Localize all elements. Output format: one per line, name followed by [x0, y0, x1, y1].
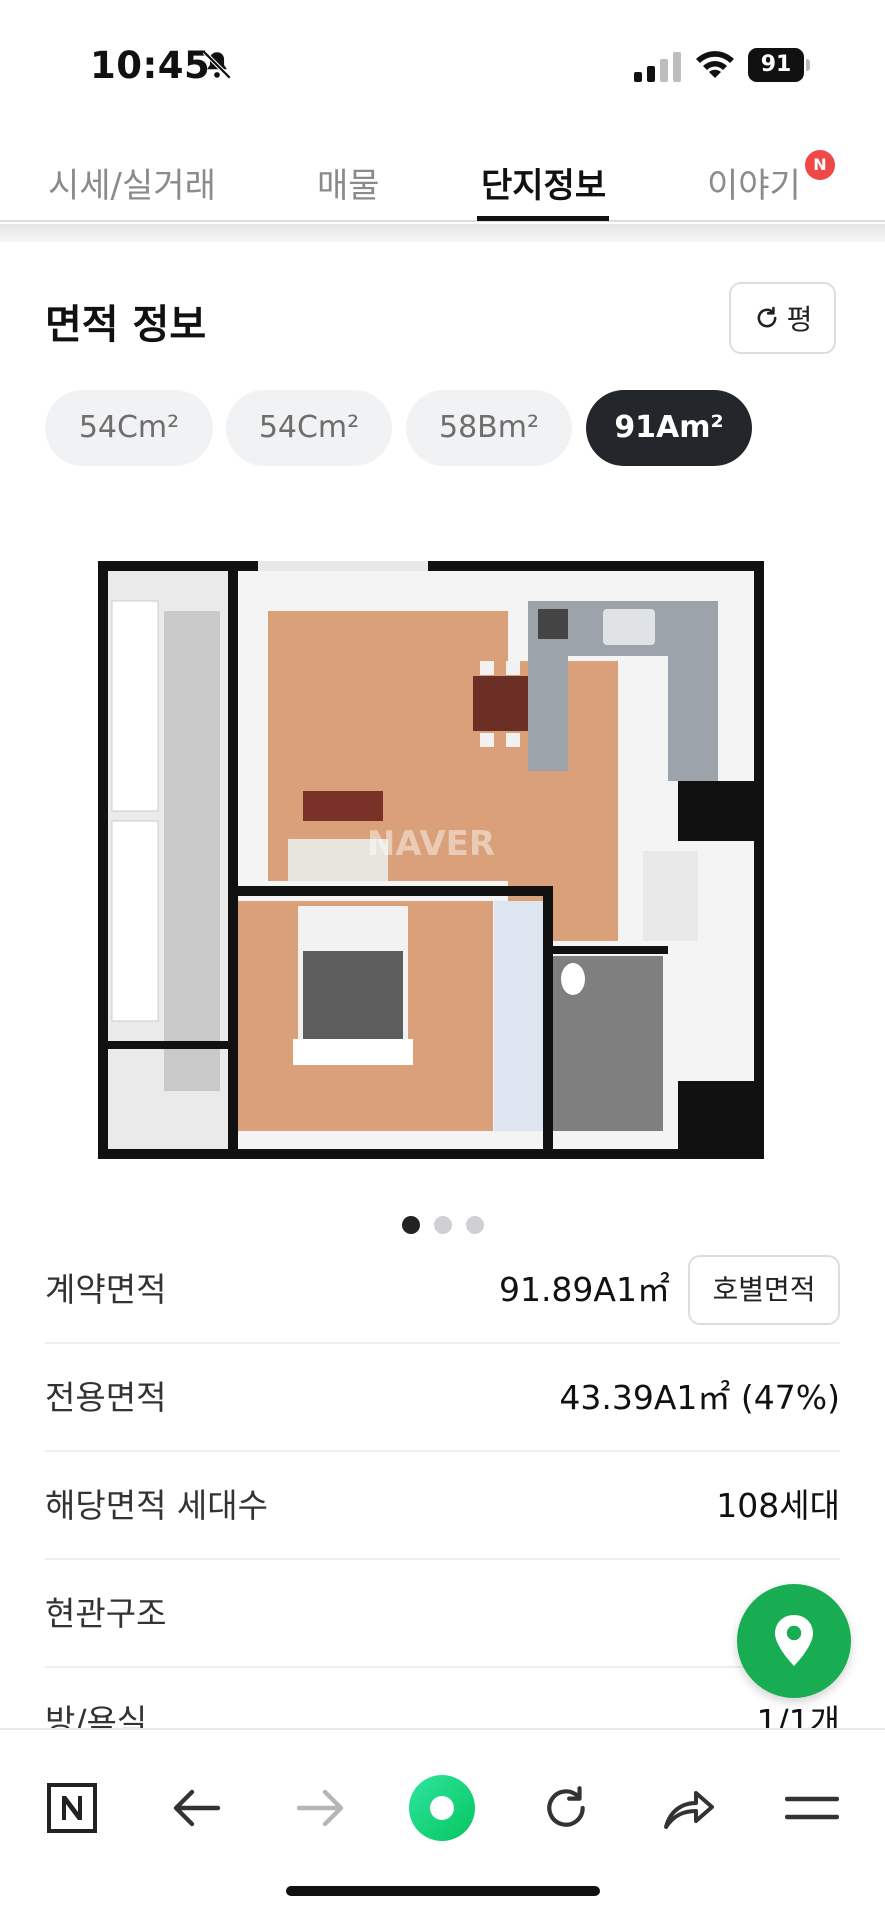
menu-button[interactable]: [772, 1768, 852, 1848]
tab-stories[interactable]: 이야기: [707, 158, 801, 207]
refresh-button[interactable]: [526, 1768, 606, 1848]
row-value: 108세대: [716, 1486, 840, 1525]
forward-button[interactable]: [280, 1768, 360, 1848]
map-button[interactable]: [737, 1584, 851, 1698]
map-pin-icon: [775, 1615, 813, 1666]
row-household-count: 해당면적 세대수 108세대: [45, 1452, 840, 1560]
forward-arrow-icon: [296, 1789, 344, 1827]
naver-home-icon: [47, 1783, 97, 1833]
floorplan-image[interactable]: NAVER: [98, 561, 764, 1159]
green-dot-button[interactable]: [402, 1768, 482, 1848]
back-arrow-icon: [173, 1789, 221, 1827]
carousel-dot-2[interactable]: [434, 1216, 452, 1234]
status-time: 10:45: [90, 44, 211, 87]
area-chip-58b[interactable]: 58Bm²: [406, 390, 572, 466]
floorplan-watermark: NAVER: [367, 824, 495, 864]
tab-price[interactable]: 시세/실거래: [48, 158, 216, 207]
bell-off-icon: [202, 50, 232, 80]
tab-listings[interactable]: 매물: [317, 158, 380, 207]
back-button[interactable]: [157, 1768, 237, 1848]
row-value: 91.89A1㎡: [498, 1270, 670, 1309]
share-icon: [664, 1791, 714, 1829]
area-chip-54c-2[interactable]: 54Cm²: [226, 390, 392, 466]
naver-home-button[interactable]: [32, 1768, 112, 1848]
refresh-icon: [547, 1786, 585, 1827]
tab-complex-info[interactable]: 단지정보: [481, 158, 606, 207]
unit-toggle-label: 평: [786, 303, 813, 336]
carousel-dots: [402, 1216, 484, 1234]
row-label: 현관구조: [45, 1594, 167, 1633]
battery-level: 91: [748, 48, 804, 82]
divider: [0, 224, 885, 242]
home-indicator: [286, 1886, 600, 1896]
row-entrance-type: 현관구조: [45, 1560, 840, 1668]
carousel-dot-1[interactable]: [402, 1216, 420, 1234]
refresh-icon: [757, 306, 777, 328]
row-value: 43.39A1㎡ (47%): [559, 1378, 840, 1417]
row-contract-area: 계약면적 91.89A1㎡ 호별면적: [45, 1236, 840, 1344]
menu-icon: [785, 1796, 839, 1820]
wifi-icon: [696, 51, 734, 78]
signal-icon: [634, 52, 681, 82]
active-tab-indicator: [477, 216, 609, 221]
row-label: 전용면적: [45, 1378, 167, 1417]
share-button[interactable]: [649, 1768, 729, 1848]
row-exclusive-area: 전용면적 43.39A1㎡ (47%): [45, 1344, 840, 1452]
tab-bar: 시세/실거래 매물 단지정보 이야기 N: [0, 140, 885, 222]
section-title: 면적 정보: [45, 302, 207, 348]
unit-toggle-button[interactable]: 평: [729, 282, 836, 354]
row-label: 계약면적: [45, 1270, 167, 1309]
green-dot-icon: [409, 1775, 475, 1841]
new-badge: N: [805, 150, 835, 180]
row-label: 해당면적 세대수: [45, 1486, 269, 1525]
area-chip-54c-1[interactable]: 54Cm²: [45, 390, 213, 466]
battery-icon: 91: [748, 48, 810, 82]
carousel-dot-3[interactable]: [466, 1216, 484, 1234]
unit-area-button[interactable]: 호별면적: [688, 1255, 840, 1325]
area-chip-91a[interactable]: 91Am²: [586, 390, 752, 466]
status-bar: 10:45 91: [0, 0, 885, 120]
